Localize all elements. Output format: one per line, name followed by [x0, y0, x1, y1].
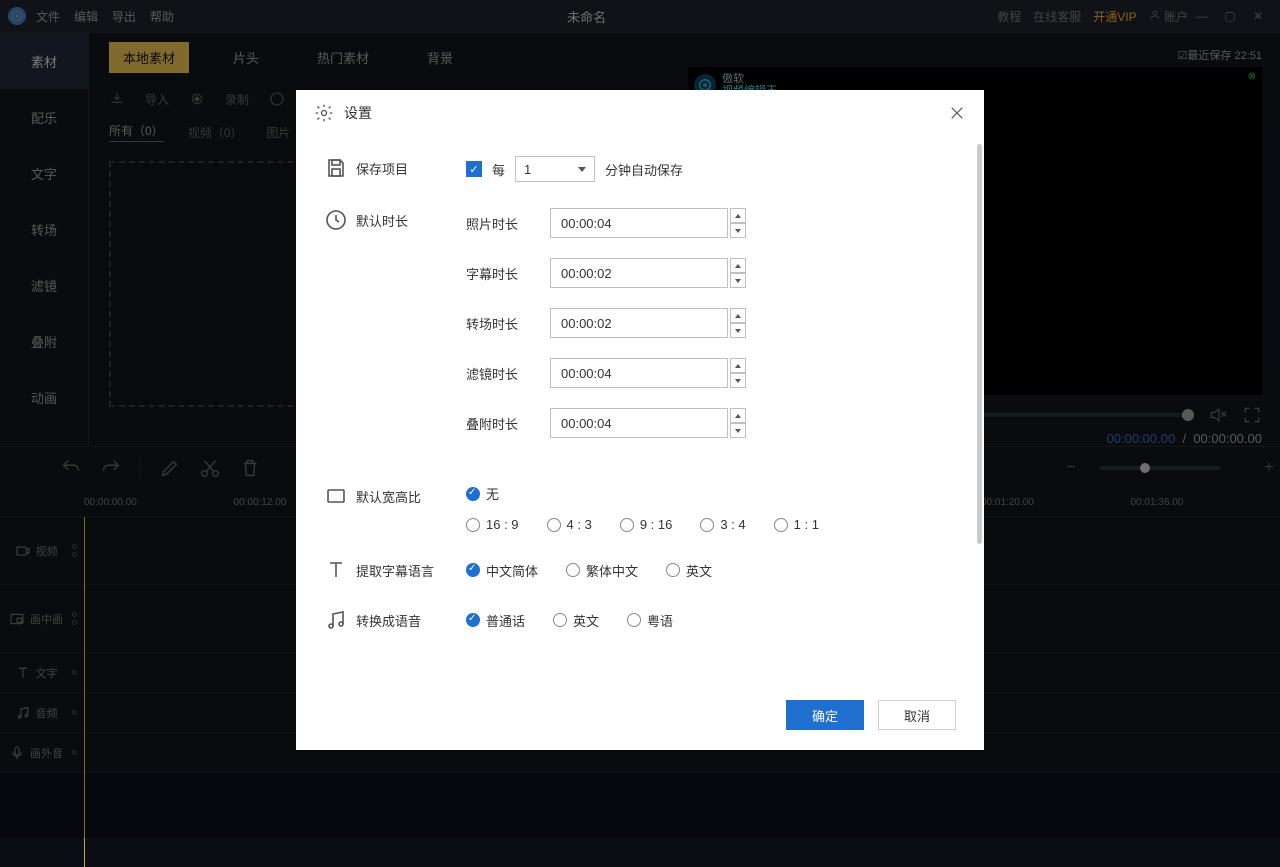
sublang-radio-2[interactable]: 英文	[666, 561, 712, 580]
sublang-radio-0[interactable]: 中文简体	[466, 561, 538, 580]
text-icon	[324, 558, 348, 582]
duration-input-overlay[interactable]: 00:00:04	[550, 408, 728, 438]
aspect-radio-0[interactable]: 无	[466, 484, 499, 503]
duration-down-photo[interactable]	[730, 223, 746, 238]
clock-icon	[324, 208, 348, 232]
duration-input-subtitle[interactable]: 00:00:02	[550, 258, 728, 288]
duration-up-transition[interactable]	[730, 308, 746, 323]
aspect-icon	[324, 484, 348, 508]
autosave-every-label: 每	[492, 160, 505, 179]
duration-label-transition: 转场时长	[466, 314, 550, 333]
aspect-radio-2[interactable]: 4 : 3	[547, 517, 592, 532]
music-icon	[324, 608, 348, 632]
tts-radio-1[interactable]: 英文	[553, 611, 599, 630]
duration-label-overlay: 叠附时长	[466, 414, 550, 433]
duration-up-filter[interactable]	[730, 358, 746, 373]
section-save-label: 保存项目	[356, 156, 466, 182]
duration-label-photo: 照片时长	[466, 214, 550, 233]
autosave-checkbox[interactable]: ✓	[466, 161, 482, 177]
aspect-radio-3[interactable]: 9 : 16	[620, 517, 673, 532]
cancel-button[interactable]: 取消	[878, 700, 956, 730]
tts-radio-2[interactable]: 粤语	[627, 611, 673, 630]
section-aspect-label: 默认宽高比	[356, 484, 466, 506]
sublang-radio-1[interactable]: 繁体中文	[566, 561, 638, 580]
autosave-interval-select[interactable]: 1	[515, 156, 595, 182]
modal-close-button[interactable]	[948, 104, 966, 122]
duration-input-filter[interactable]: 00:00:04	[550, 358, 728, 388]
section-sublang-label: 提取字幕语言	[356, 558, 466, 582]
duration-down-filter[interactable]	[730, 373, 746, 388]
tts-radio-0[interactable]: 普通话	[466, 611, 525, 630]
duration-input-transition[interactable]: 00:00:02	[550, 308, 728, 338]
duration-label-filter: 滤镜时长	[466, 364, 550, 383]
aspect-radio-1[interactable]: 16 : 9	[466, 517, 519, 532]
modal-title: 设置	[344, 103, 948, 123]
duration-input-photo[interactable]: 00:00:04	[550, 208, 728, 238]
aspect-radio-4[interactable]: 3 : 4	[700, 517, 745, 532]
modal-scrollbar[interactable]	[977, 144, 982, 544]
gear-icon	[314, 103, 334, 123]
duration-down-transition[interactable]	[730, 323, 746, 338]
save-icon	[324, 156, 348, 180]
duration-up-subtitle[interactable]	[730, 258, 746, 273]
ok-button[interactable]: 确定	[786, 700, 864, 730]
aspect-radio-5[interactable]: 1 : 1	[774, 517, 819, 532]
duration-down-subtitle[interactable]	[730, 273, 746, 288]
settings-modal: 设置 保存项目 ✓ 每 1 分钟自动保存 默认时长 照片时长 00:00:04	[296, 90, 984, 750]
duration-down-overlay[interactable]	[730, 423, 746, 438]
section-tts-label: 转换成语音	[356, 608, 466, 632]
duration-up-photo[interactable]	[730, 208, 746, 223]
duration-up-overlay[interactable]	[730, 408, 746, 423]
duration-label-subtitle: 字幕时长	[466, 264, 550, 283]
autosave-suffix-label: 分钟自动保存	[605, 160, 683, 179]
section-duration-label: 默认时长	[356, 208, 466, 230]
